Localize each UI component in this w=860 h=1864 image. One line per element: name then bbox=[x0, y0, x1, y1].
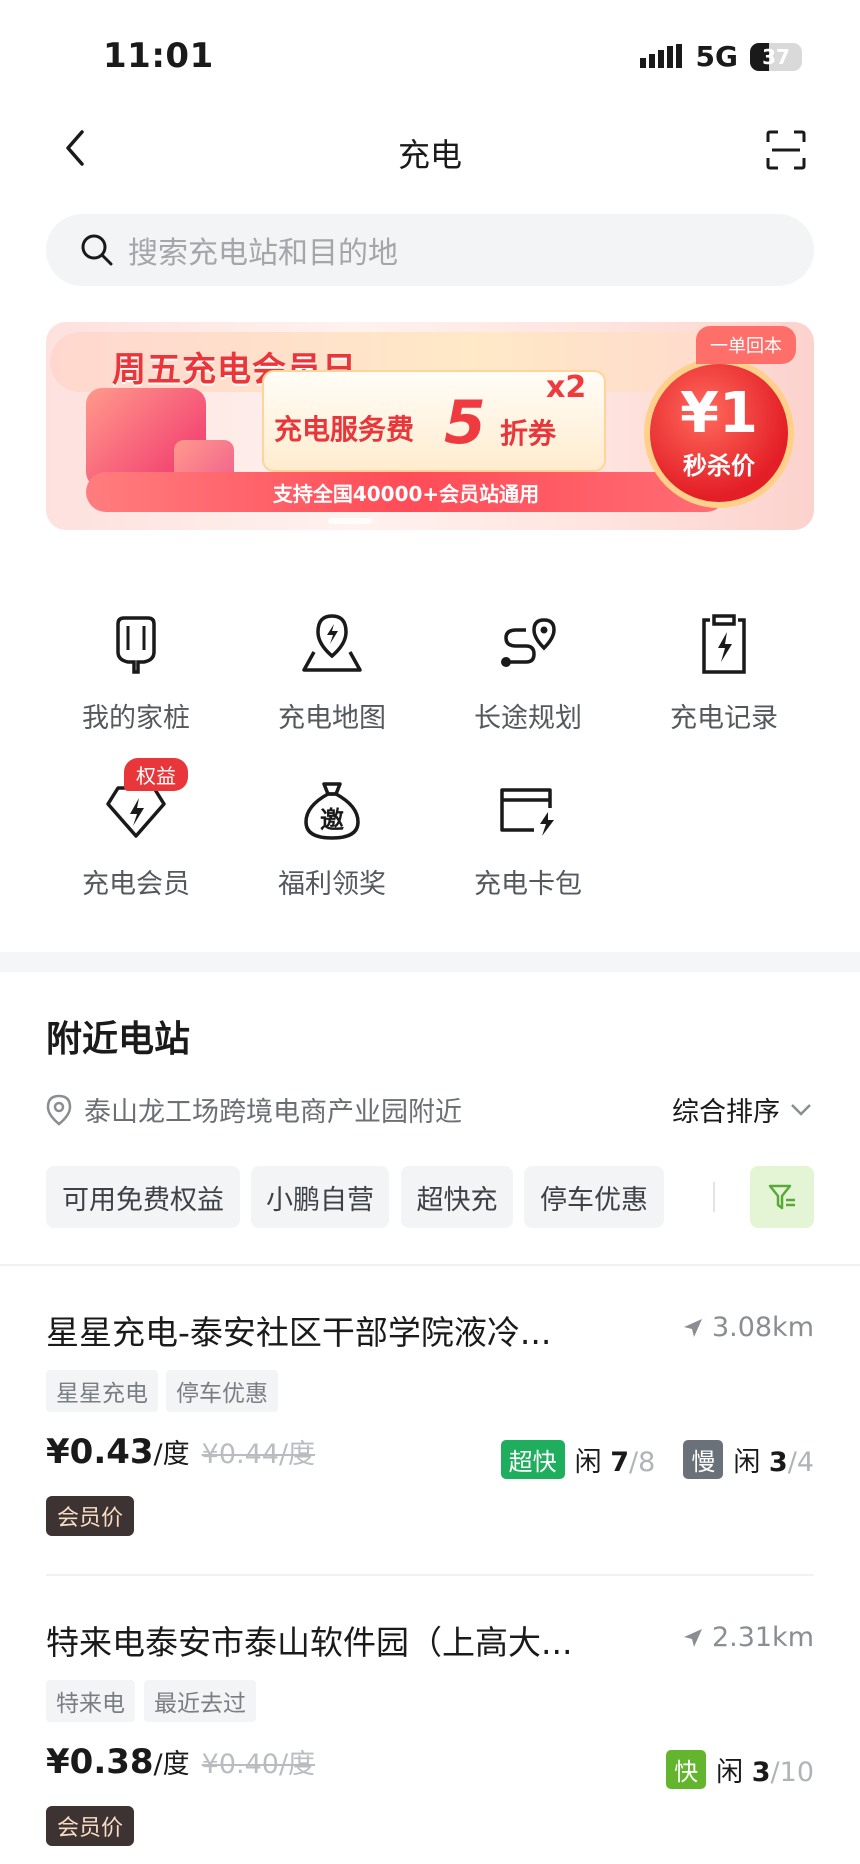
station-price: ¥0.38 bbox=[46, 1742, 154, 1782]
filter-button[interactable] bbox=[750, 1166, 814, 1228]
status-time: 11:01 bbox=[103, 36, 214, 76]
charger-type-badge: 超快 bbox=[500, 1440, 565, 1479]
station-price-row: ¥0.38/度 ¥0.40/度 bbox=[46, 1742, 315, 1782]
idle-label: 闲 bbox=[716, 1757, 744, 1788]
idle-count: 3 bbox=[768, 1447, 788, 1478]
navigation-arrow-icon bbox=[683, 1318, 702, 1337]
grid-label: 充电会员 bbox=[82, 869, 190, 900]
network-label: 5G bbox=[695, 40, 738, 73]
grid-home-charger[interactable]: 我的家桩 bbox=[38, 612, 234, 735]
charging-record-icon bbox=[702, 614, 746, 674]
grid-label: 长途规划 bbox=[474, 703, 582, 734]
search-input[interactable]: 搜索充电站和目的地 bbox=[46, 214, 814, 286]
coupon-multiplier: x2 bbox=[546, 370, 587, 405]
total-count: /4 bbox=[787, 1447, 814, 1478]
navigation-arrow-icon bbox=[683, 1628, 702, 1647]
filter-divider bbox=[713, 1182, 715, 1212]
charger-availability: 闲 3/10 bbox=[716, 1750, 814, 1789]
station-tag: 特来电 bbox=[46, 1680, 135, 1722]
battery-level: 37 bbox=[762, 44, 790, 69]
price-unit: /度 bbox=[153, 1439, 190, 1470]
station-price: ¥0.43 bbox=[46, 1432, 154, 1472]
location-text: 泰山龙工场跨境电商产业园附近 bbox=[84, 1097, 462, 1128]
charging-map-icon bbox=[302, 614, 362, 672]
charger-availability: 闲 7/8 bbox=[575, 1440, 656, 1479]
coupon-value: 5 bbox=[444, 388, 486, 458]
filter-chip-parking[interactable]: 停车优惠 bbox=[524, 1166, 664, 1228]
total-count: /8 bbox=[629, 1447, 656, 1478]
availability-row: 超快 闲 7/8 慢 闲 3/4 bbox=[500, 1440, 814, 1479]
station-distance: 3.08km bbox=[711, 1312, 814, 1343]
membership-badge: 权益 bbox=[124, 758, 188, 791]
price-unit: /度 bbox=[153, 1749, 190, 1780]
section-title: 附近电站 bbox=[46, 1019, 191, 1060]
idle-label: 闲 bbox=[574, 1447, 602, 1478]
chevron-down-icon bbox=[791, 1103, 811, 1116]
sort-dropdown[interactable]: 综合排序 bbox=[672, 1090, 812, 1129]
banner-subtitle: 支持全国40000+会员站通用 bbox=[272, 482, 540, 506]
home-charger-icon bbox=[116, 616, 156, 674]
grid-membership[interactable]: 充电会员 bbox=[38, 778, 234, 901]
station-tag: 停车优惠 bbox=[166, 1370, 278, 1412]
location-pin-icon bbox=[46, 1094, 72, 1126]
reward-bag-icon: 邀 bbox=[304, 782, 360, 840]
idle-count: 3 bbox=[751, 1757, 771, 1788]
grid-label: 我的家桩 bbox=[82, 703, 190, 734]
station-old-price: ¥0.40/度 bbox=[201, 1749, 316, 1780]
station-tag: 星星充电 bbox=[46, 1370, 158, 1412]
promo-banner[interactable]: 周五充电会员日 充电服务费 5 折券 x2 支持全国40000+会员站通用 ¥1… bbox=[46, 322, 814, 530]
grid-label: 充电记录 bbox=[670, 703, 778, 734]
coupon-text: 充电服务费 bbox=[274, 413, 415, 446]
station-price-row: ¥0.43/度 ¥0.44/度 bbox=[46, 1432, 315, 1472]
station-distance-row: 3.08km bbox=[682, 1312, 814, 1343]
grid-card-wallet[interactable]: 充电卡包 bbox=[430, 778, 626, 901]
scan-button[interactable] bbox=[766, 130, 806, 170]
carousel-indicator bbox=[328, 518, 372, 524]
grid-route-plan[interactable]: 长途规划 bbox=[430, 612, 626, 735]
signal-icon bbox=[639, 43, 682, 68]
grid-charging-map[interactable]: 充电地图 bbox=[234, 612, 430, 735]
idle-count: 7 bbox=[610, 1447, 630, 1478]
route-plan-icon bbox=[501, 618, 556, 667]
member-price-badge: 会员价 bbox=[46, 1496, 134, 1536]
status-indicators: 5G 37 bbox=[639, 40, 802, 73]
station-distance-row: 2.31km bbox=[682, 1622, 814, 1653]
grid-label: 福利领奖 bbox=[278, 869, 386, 900]
section-divider bbox=[0, 952, 860, 972]
search-icon bbox=[81, 234, 113, 266]
filter-chip-free-benefit[interactable]: 可用免费权益 bbox=[46, 1166, 240, 1228]
current-location[interactable]: 泰山龙工场跨境电商产业园附近 bbox=[46, 1090, 462, 1129]
station-name: 星星充电-泰安社区干部学院液冷... bbox=[46, 1313, 552, 1352]
availability-row: 快 闲 3/10 bbox=[666, 1750, 814, 1789]
charger-type-badge: 快 bbox=[666, 1750, 707, 1789]
price-value: ¥1 bbox=[680, 381, 758, 446]
station-old-price: ¥0.44/度 bbox=[201, 1439, 316, 1470]
grid-label: 充电卡包 bbox=[474, 869, 582, 900]
total-count: /10 bbox=[770, 1757, 814, 1788]
coupon-unit: 折券 bbox=[500, 417, 557, 450]
member-price-badge: 会员价 bbox=[46, 1806, 134, 1846]
search-placeholder: 搜索充电站和目的地 bbox=[128, 236, 398, 271]
filter-chip-xpeng[interactable]: 小鹏自营 bbox=[251, 1166, 389, 1228]
scan-icon bbox=[766, 130, 806, 170]
filter-icon bbox=[768, 1184, 795, 1210]
station-tag: 最近去过 bbox=[144, 1680, 256, 1722]
charger-availability: 闲 3/4 bbox=[733, 1440, 814, 1479]
card-wallet-icon bbox=[500, 788, 554, 836]
station-distance: 2.31km bbox=[711, 1622, 814, 1653]
corner-tag: 一单回本 bbox=[696, 326, 796, 364]
battery-icon: 37 bbox=[750, 42, 802, 71]
station-name: 特来电泰安市泰山软件园（上高大... bbox=[46, 1623, 573, 1662]
idle-label: 闲 bbox=[733, 1447, 761, 1478]
grid-charging-record[interactable]: 充电记录 bbox=[626, 612, 822, 735]
charger-type-badge: 慢 bbox=[683, 1440, 724, 1479]
filter-chip-ultra-fast[interactable]: 超快充 bbox=[401, 1166, 513, 1228]
grid-reward[interactable]: 邀 福利领奖 bbox=[234, 778, 430, 901]
price-label: 秒杀价 bbox=[683, 452, 755, 480]
page-title: 充电 bbox=[397, 136, 462, 174]
svg-text:邀: 邀 bbox=[320, 806, 344, 834]
price-circle: ¥1 秒杀价 bbox=[644, 358, 794, 508]
sort-label: 综合排序 bbox=[672, 1097, 780, 1128]
grid-label: 充电地图 bbox=[278, 703, 386, 734]
